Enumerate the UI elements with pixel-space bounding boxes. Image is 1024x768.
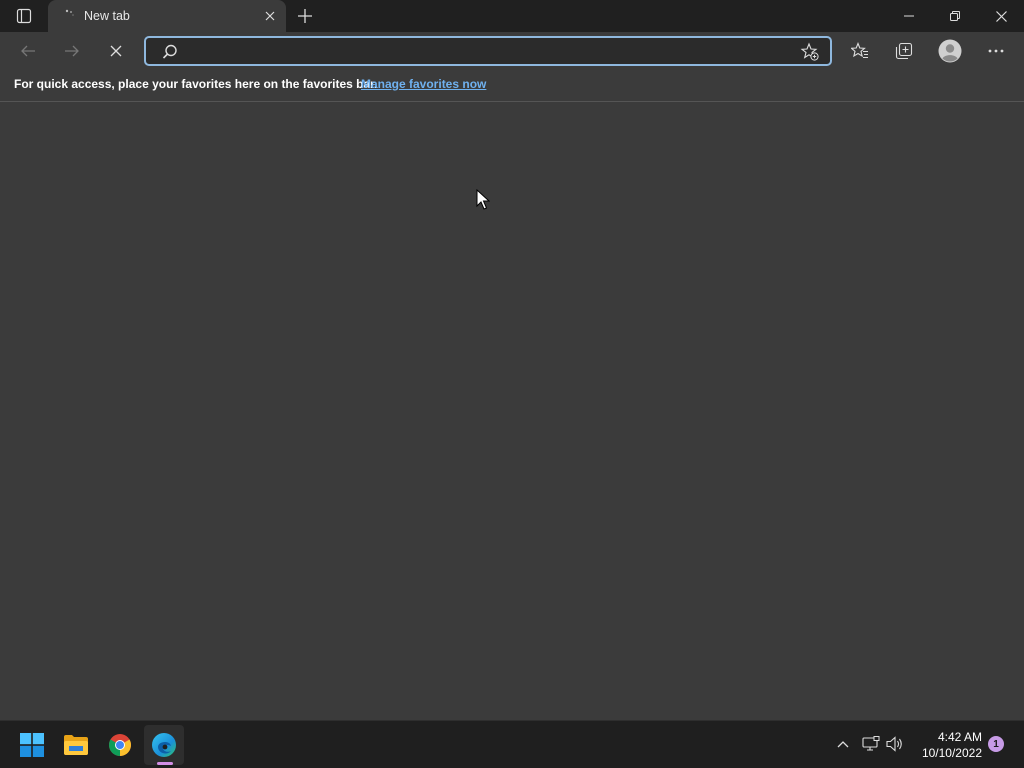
add-favorite-button[interactable] [800,42,820,62]
plus-icon [298,9,312,23]
start-button[interactable] [12,725,52,765]
close-icon [265,11,275,21]
tab-strip: New tab [0,0,1024,32]
minimize-icon [904,15,914,17]
close-icon [995,10,1007,22]
mouse-cursor-icon [476,189,490,210]
back-button[interactable] [12,35,44,67]
clock[interactable]: 4:42 AM 10/10/2022 [912,729,982,761]
loading-spinner-icon [65,9,74,16]
restore-button[interactable] [932,0,978,32]
manage-favorites-link[interactable]: Manage favorites now [361,77,486,91]
address-input[interactable] [186,40,786,62]
tab-actions-button[interactable] [8,4,40,28]
more-dots-icon [988,49,1004,53]
collections-icon [895,42,913,60]
network-button[interactable] [860,733,882,755]
favorites-bar-message: For quick access, place your favorites h… [14,77,378,91]
arrow-right-icon [65,45,79,57]
new-tab-button[interactable] [292,4,318,28]
taskbar: 4:42 AM 10/10/2022 [0,720,1024,768]
arrow-left-icon [21,45,35,57]
clock-time: 4:42 AM [937,730,982,744]
windows-start-icon [20,733,44,757]
chrome-button[interactable] [100,725,140,765]
settings-and-more-button[interactable] [980,35,1012,67]
active-app-indicator [157,762,173,765]
navigation-toolbar [0,32,1024,70]
edge-icon [152,733,176,757]
star-add-icon [800,42,819,61]
notification-badge[interactable]: 1 [988,736,1004,752]
tab-new-tab[interactable]: New tab [48,0,286,32]
search-icon [162,44,177,59]
close-window-button[interactable] [978,0,1024,32]
collections-button[interactable] [888,35,920,67]
tab-title: New tab [84,9,130,23]
favorites-bar: For quick access, place your favorites h… [0,70,1024,102]
file-explorer-icon [64,735,88,755]
avatar-icon [938,39,962,63]
network-monitor-icon [862,736,880,751]
volume-button[interactable] [884,733,906,755]
tab-actions-icon [16,8,32,24]
minimize-button[interactable] [886,0,932,32]
speaker-icon [886,736,902,752]
forward-button[interactable] [56,35,88,67]
restore-icon [950,11,960,21]
address-bar[interactable] [144,36,832,66]
chevron-up-icon [837,741,849,748]
stop-loading-button[interactable] [100,35,132,67]
close-icon [110,45,122,57]
file-explorer-button[interactable] [56,725,96,765]
favorites-star-icon [851,42,868,59]
profile-button[interactable] [934,35,966,67]
favorites-button[interactable] [844,35,876,67]
edge-button[interactable] [144,725,184,765]
page-content [0,103,1024,720]
browser-window: New tab For quick access, place your fav… [0,0,1024,768]
clock-date: 10/10/2022 [921,746,982,760]
tab-close-button[interactable] [260,6,280,26]
show-hidden-icons-button[interactable] [832,733,854,755]
chrome-icon [109,734,131,756]
